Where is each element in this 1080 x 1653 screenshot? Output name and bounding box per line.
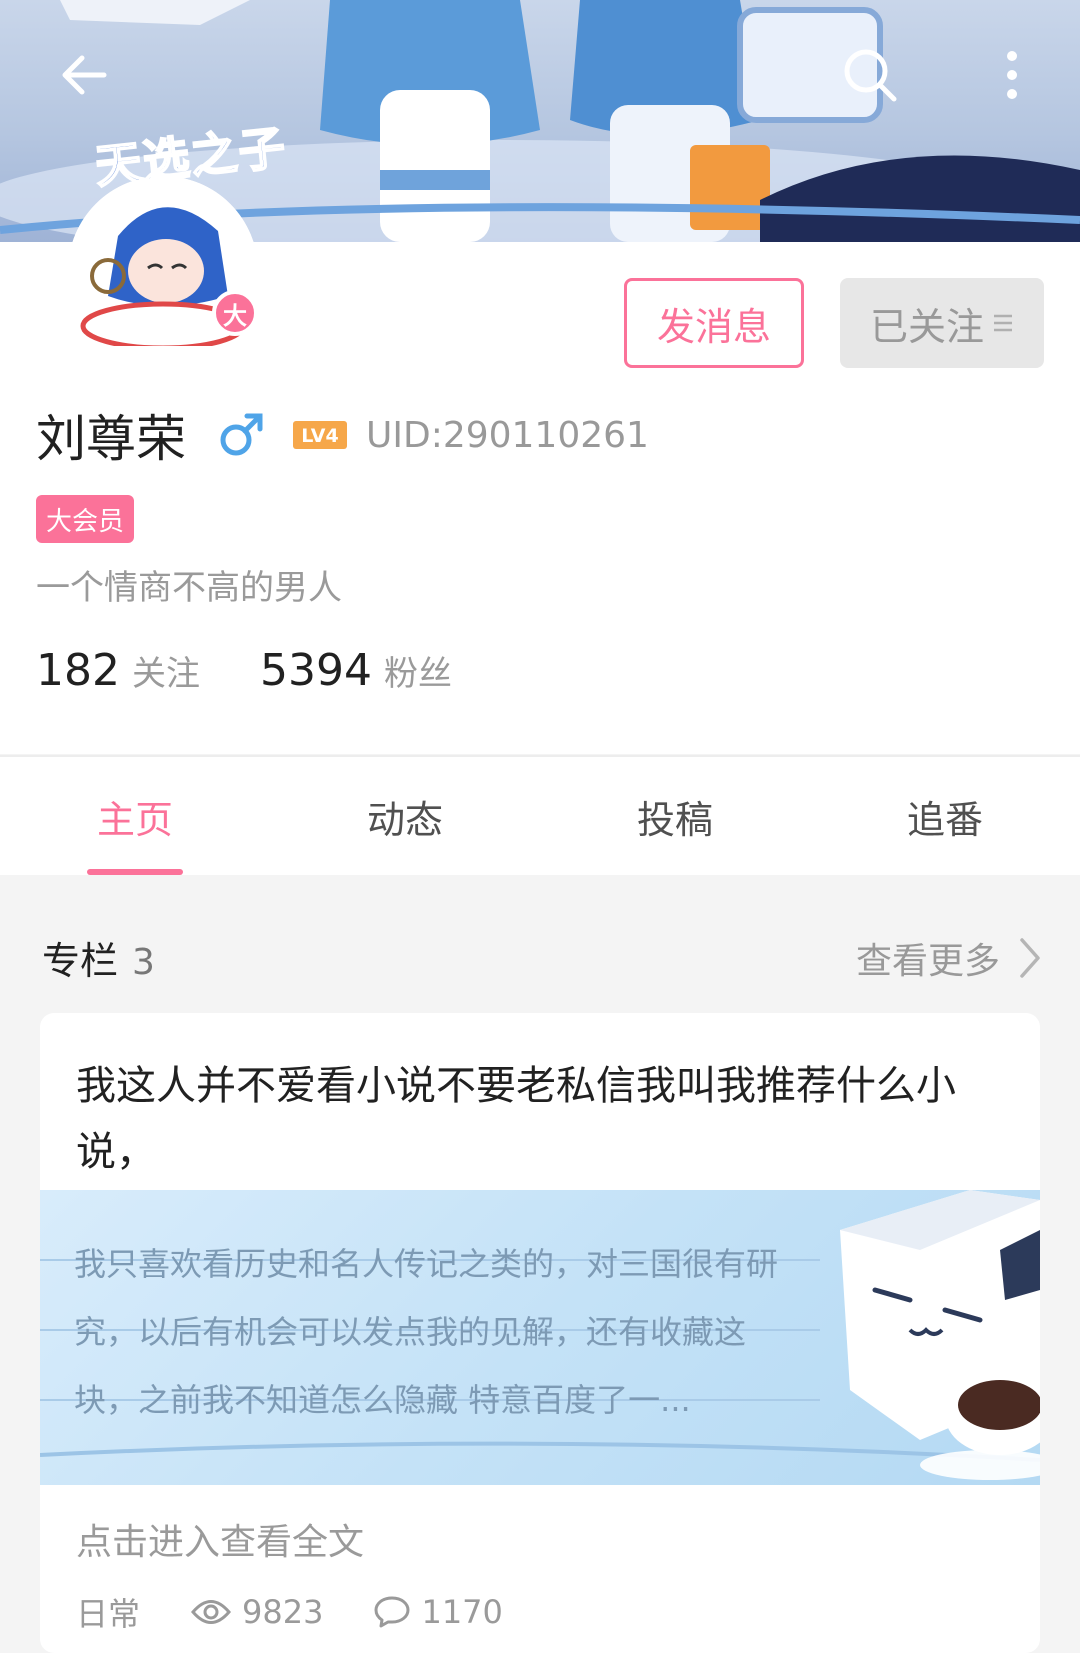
followed-label: 已关注 bbox=[869, 304, 984, 349]
article-category: 日常 bbox=[76, 1589, 140, 1635]
fans-stat[interactable]: 5394 粉丝 bbox=[260, 645, 452, 696]
menu-lines-icon bbox=[994, 314, 1012, 332]
user-signature: 一个情商不高的男人 bbox=[36, 568, 342, 608]
more-options-button[interactable] bbox=[977, 40, 1047, 110]
section-count: 3 bbox=[132, 942, 155, 983]
article-title: 我这人并不爱看小说不要老私信我叫我推荐什么小说， bbox=[76, 1063, 956, 1175]
tab-home-label: 主页 bbox=[96, 797, 173, 842]
male-icon bbox=[220, 413, 263, 456]
following-count: 182 bbox=[36, 645, 120, 696]
article-category-label: 日常 bbox=[76, 1595, 141, 1633]
article-views: 9823 bbox=[190, 1593, 323, 1631]
vip-avatar-mark: 大 bbox=[212, 290, 258, 336]
followed-button[interactable]: 已关注 bbox=[840, 278, 1044, 368]
send-message-button[interactable]: 发消息 bbox=[624, 278, 804, 368]
article-excerpt: 我只喜欢看历史和名人传记之类的，对三国很有研究，以后有机会可以发点我的见解，还有… bbox=[74, 1245, 779, 1419]
search-icon bbox=[844, 49, 897, 102]
comment-icon bbox=[374, 1596, 410, 1628]
level-text: LV4 bbox=[301, 425, 338, 447]
vip-avatar-mark-text: 大 bbox=[223, 301, 247, 330]
article-card[interactable]: 我这人并不爱看小说不要老私信我叫我推荐什么小说， 我只喜欢看历史和名人传记之类的… bbox=[40, 1013, 1040, 1653]
user-info-row: 刘尊荣 LV4 UID:290110261 bbox=[36, 400, 649, 470]
arrow-left-icon bbox=[62, 55, 107, 95]
view-more-label: 查看更多 bbox=[855, 940, 1000, 982]
tab-bangumi-label: 追番 bbox=[906, 797, 983, 842]
tab-home[interactable]: 主页 bbox=[0, 757, 270, 875]
vip-badge-label: 大会员 bbox=[46, 506, 125, 537]
tab-dynamics-label: 动态 bbox=[366, 797, 443, 842]
chevron-right-icon bbox=[1020, 937, 1040, 978]
column-section-header: 专栏 3 查看更多 bbox=[42, 930, 1042, 985]
article-comments: 1170 bbox=[373, 1593, 503, 1631]
search-button[interactable] bbox=[835, 40, 905, 110]
avatar-badge-text: 天选之子 bbox=[92, 119, 291, 195]
following-label: 关注 bbox=[131, 654, 200, 694]
article-cover: 我只喜欢看历史和名人传记之类的，对三国很有研究，以后有机会可以发点我的见解，还有… bbox=[40, 1190, 1040, 1485]
vip-badge[interactable]: 大会员 bbox=[36, 495, 135, 543]
profile-tabs: 主页 动态 投稿 追番 bbox=[0, 755, 1080, 875]
article-comments-count: 1170 bbox=[421, 1593, 503, 1631]
tab-submissions-label: 投稿 bbox=[636, 797, 713, 842]
level-badge-icon: LV4 bbox=[293, 421, 347, 449]
fans-count: 5394 bbox=[259, 645, 372, 696]
tab-dynamics[interactable]: 动态 bbox=[270, 757, 540, 875]
user-stats: 182 关注 5394 粉丝 bbox=[36, 645, 452, 696]
more-vertical-icon bbox=[1007, 51, 1017, 99]
section-title: 专栏 bbox=[42, 939, 119, 983]
article-views-count: 9823 bbox=[242, 1593, 324, 1631]
user-name: 刘尊荣 bbox=[36, 410, 186, 468]
tab-bangumi[interactable]: 追番 bbox=[810, 757, 1080, 875]
eye-icon bbox=[191, 1600, 231, 1624]
back-button[interactable] bbox=[48, 40, 118, 110]
user-uid: UID:290110261 bbox=[366, 414, 649, 456]
read-full-link[interactable]: 点击进入查看全文 bbox=[76, 1513, 364, 1565]
fans-label: 粉丝 bbox=[383, 654, 452, 694]
view-more-link[interactable]: 查看更多 bbox=[856, 932, 1042, 984]
following-stat[interactable]: 182 关注 bbox=[36, 645, 200, 696]
tab-submissions[interactable]: 投稿 bbox=[540, 757, 810, 875]
article-meta: 日常 9823 1170 bbox=[76, 1589, 553, 1635]
send-message-label: 发消息 bbox=[656, 304, 771, 349]
